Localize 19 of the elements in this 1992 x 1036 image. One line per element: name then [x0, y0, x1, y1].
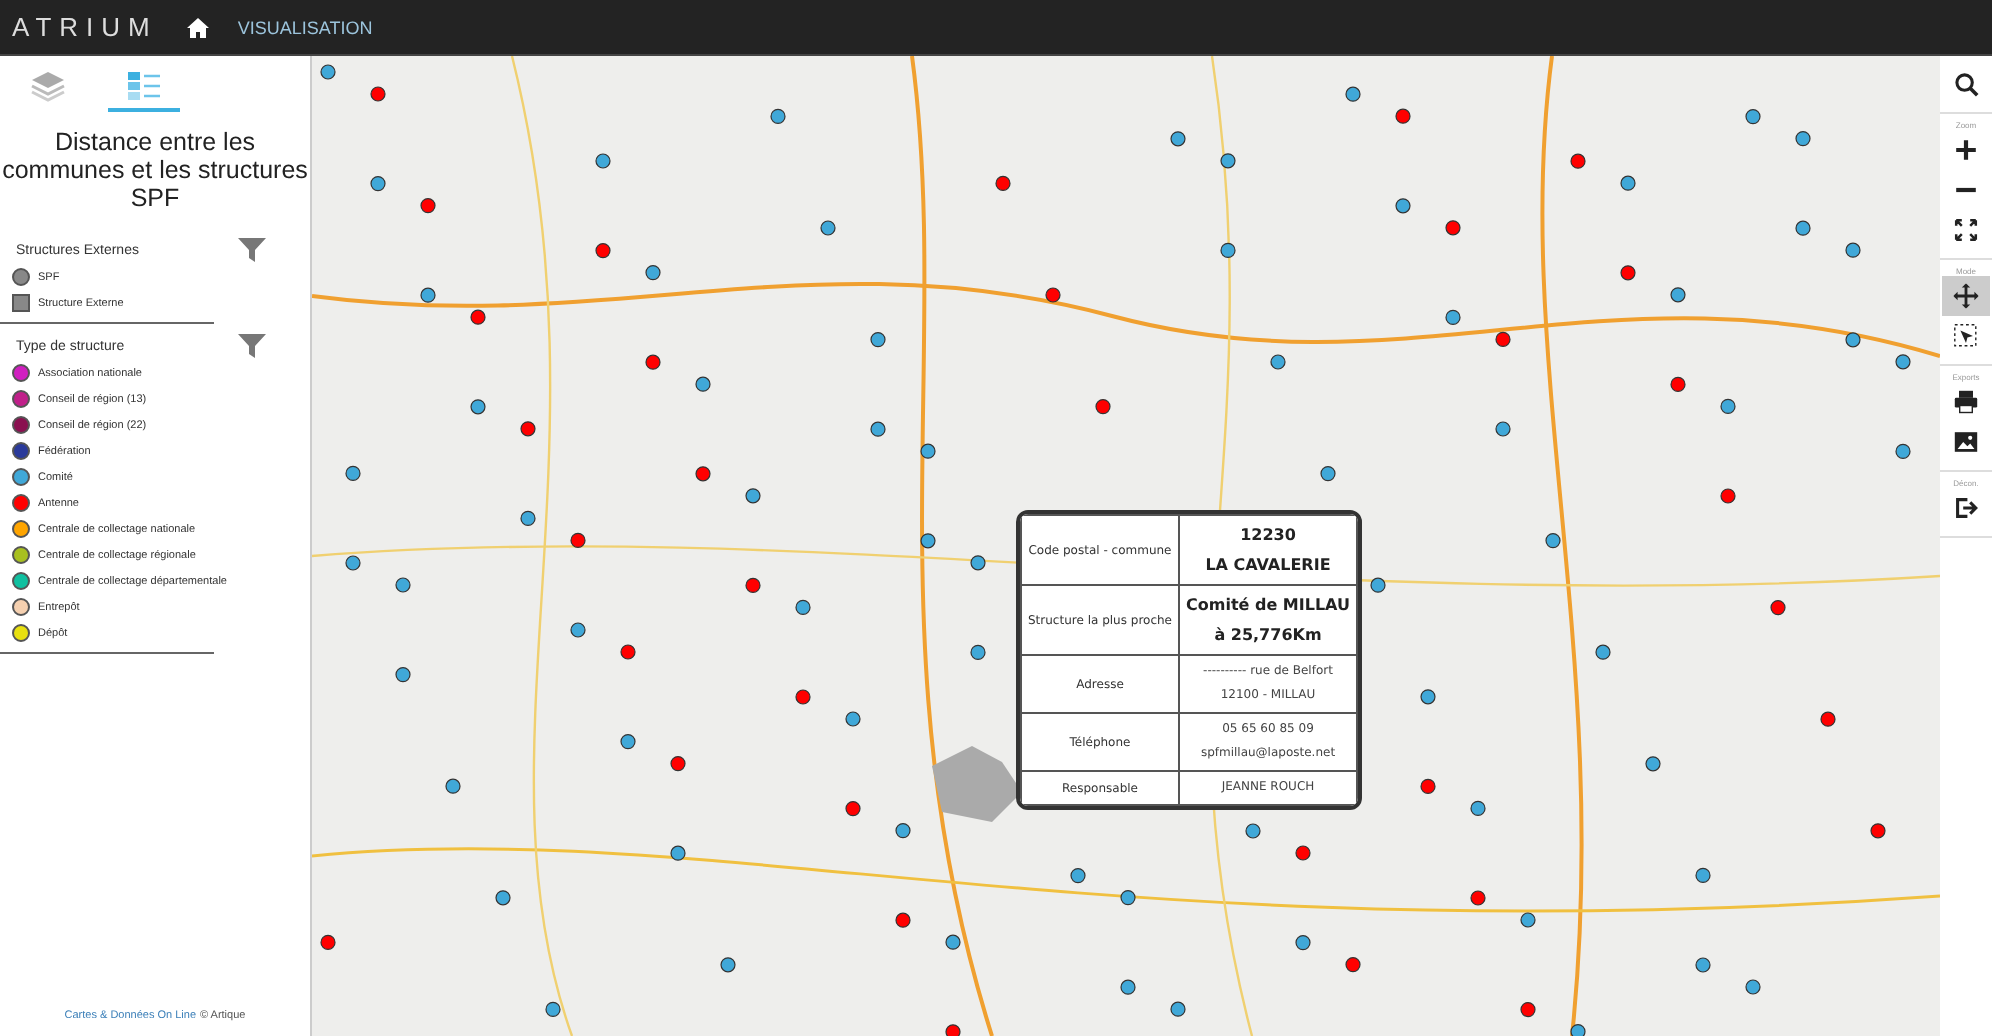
- logout-icon: [1952, 494, 1980, 522]
- filter-icon[interactable]: [238, 332, 266, 360]
- popup-value: Comité de MILLAU à 25,776Km: [1179, 585, 1357, 655]
- toolbar-button[interactable]: [1942, 276, 1990, 316]
- nav-link[interactable]: VISUALISATION: [237, 17, 373, 37]
- printer-icon: [1952, 388, 1980, 416]
- plus-icon: [1952, 136, 1980, 164]
- legend-icon: [126, 70, 162, 102]
- image-icon: [1952, 428, 1980, 456]
- search-icon: [1952, 70, 1980, 98]
- expand-icon: [1952, 216, 1980, 244]
- selection-icon: [1952, 322, 1980, 350]
- move-icon: [1952, 282, 1980, 310]
- home-icon[interactable]: [185, 15, 210, 39]
- app-logo[interactable]: ATRIUM: [12, 12, 158, 42]
- panel-title: Distance entre les communes et les structures SPF: [0, 128, 310, 212]
- filter-icon[interactable]: [238, 236, 266, 264]
- layers-icon: [30, 70, 66, 102]
- popup-value: 12230 LA CAVALERIE: [1179, 515, 1357, 585]
